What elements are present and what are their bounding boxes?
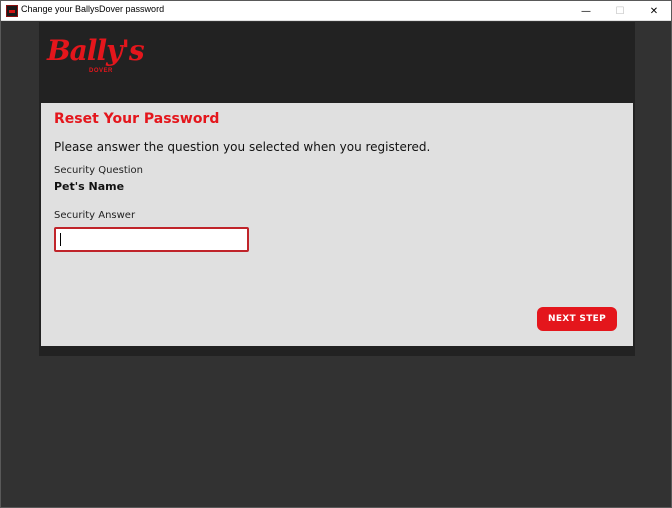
security-question-value: Pet's Name — [54, 180, 125, 193]
ballys-logo: Bally's DOVER — [47, 34, 157, 80]
instructions-text: Please answer the question you selected … — [54, 140, 431, 154]
minimize-button[interactable]: — — [569, 1, 603, 21]
next-step-button[interactable]: NEXT STEP — [537, 307, 617, 331]
page-title: Reset Your Password — [54, 111, 220, 127]
logo-location: DOVER — [89, 68, 113, 74]
close-button[interactable]: ✕ — [637, 1, 671, 21]
maximize-button[interactable]: ☐ — [603, 1, 637, 21]
app-icon — [6, 5, 18, 17]
reset-password-panel: Bally's DOVER Reset Your Password Please… — [39, 22, 635, 356]
reset-form-card: Reset Your Password Please answer the qu… — [41, 103, 633, 346]
text-cursor — [60, 233, 61, 246]
security-answer-label: Security Answer — [54, 210, 136, 221]
security-question-label: Security Question — [54, 165, 143, 176]
security-answer-input[interactable] — [54, 227, 249, 252]
app-window: Change your BallysDover password — ☐ ✕ B… — [0, 0, 672, 508]
title-bar[interactable]: Change your BallysDover password — ☐ ✕ — [1, 1, 671, 21]
window-title: Change your BallysDover password — [21, 4, 165, 14]
logo-wordmark: Bally's — [47, 34, 145, 67]
